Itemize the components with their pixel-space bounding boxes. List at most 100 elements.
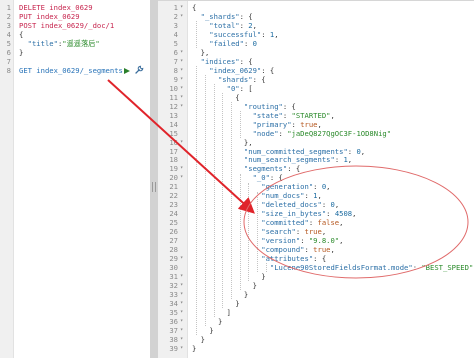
play-icon[interactable] (124, 68, 130, 74)
fold-arrow-icon[interactable]: ▾ (180, 254, 183, 263)
code-token: DELETE index_0629 (19, 3, 93, 12)
code-token: "total" (192, 20, 240, 30)
fold-arrow-icon[interactable]: ▾ (180, 66, 183, 75)
fold-arrow-icon[interactable]: ▾ (180, 48, 183, 57)
code-token: : (282, 110, 292, 120)
code-token: "primary" (192, 119, 292, 129)
fold-arrow-icon[interactable]: ▾ (180, 138, 183, 147)
code-line: 39 ▾} (158, 344, 474, 353)
line-number: 14 (169, 119, 178, 129)
line-number: 11 (169, 92, 178, 102)
indent-guide (196, 65, 198, 336)
fold-arrow-icon[interactable]: ▾ (180, 57, 183, 66)
code-token: false (317, 218, 340, 228)
code-token: "indices" (192, 56, 240, 66)
code-token: "successful" (192, 29, 262, 39)
code-token: , (274, 29, 279, 39)
code-token: PUT index_0629 (19, 11, 80, 21)
wrench-icon[interactable] (134, 65, 144, 75)
code-token: : { (269, 173, 283, 183)
indent-guide (213, 83, 215, 318)
code-line: 6} (0, 48, 150, 57)
code-token: : { (252, 74, 266, 84)
code-token: } (192, 325, 214, 335)
line-number: 4 (6, 29, 11, 39)
line-number: 3 (6, 20, 11, 30)
fold-arrow-icon[interactable]: ▾ (180, 75, 183, 84)
fold-arrow-icon[interactable]: ▾ (180, 272, 183, 281)
fold-arrow-icon[interactable]: ▾ (180, 3, 183, 12)
fold-arrow-icon[interactable]: ▾ (180, 299, 183, 308)
code-token: "version" (192, 236, 301, 246)
line-number: 22 (169, 191, 178, 201)
indent-guide (256, 191, 258, 273)
code-token: , (330, 245, 335, 255)
code-token: }, (192, 47, 210, 57)
fold-arrow-icon[interactable]: ▾ (180, 308, 183, 317)
response-top-border (158, 0, 474, 1)
code-token: "Lucene90StoredFieldsFormat.mode" (192, 263, 413, 273)
code-token: , (339, 236, 344, 246)
fold-arrow-icon[interactable]: ▾ (180, 164, 183, 173)
indent-guide (239, 173, 241, 291)
code-line: 2 ▾ "_shards": { (158, 12, 474, 21)
code-token: : { (261, 65, 275, 75)
fold-arrow-icon[interactable]: ▾ (180, 173, 183, 182)
indent-guide (204, 74, 206, 327)
code-token: "index_0629" (192, 65, 262, 75)
code-text: { (19, 30, 23, 39)
code-token: , (352, 209, 357, 219)
line-number: 5 (6, 38, 11, 48)
code-token: { (19, 29, 24, 39)
request-editor[interactable]: 1 DELETE index_0629 2 PUT index_0629 3 POST i… (0, 0, 150, 358)
code-token: POST index_0629/_doc/1 (19, 20, 115, 30)
code-text: "version": "9.8.0", (192, 236, 343, 245)
code-token: : (313, 182, 322, 192)
fold-arrow-icon[interactable]: ▾ (180, 102, 183, 111)
line-number: 1 (173, 3, 178, 12)
fold-arrow-icon[interactable]: ▾ (180, 344, 183, 353)
code-token: } (192, 272, 266, 282)
code-token: } (192, 298, 240, 308)
line-number: 16 (169, 137, 178, 147)
code-token: : (243, 38, 253, 48)
fold-arrow-icon[interactable]: ▾ (180, 335, 183, 344)
code-token: , (330, 110, 335, 120)
line-number: 1 (6, 3, 11, 12)
code-token: } (192, 334, 205, 344)
line-number: 6 (173, 47, 178, 57)
code-token: "_shards" (192, 11, 240, 21)
fold-arrow-icon[interactable]: ▾ (180, 12, 183, 21)
code-token: : { (239, 11, 253, 21)
pane-divider[interactable] (150, 0, 158, 358)
line-number: 2 (173, 11, 178, 21)
code-token: 4508 (334, 209, 353, 219)
vertical-grip-icon[interactable] (152, 182, 156, 192)
code-token: } (192, 290, 249, 299)
code-token: : { (287, 164, 301, 174)
code-text: "Lucene90StoredFieldsFormat.mode": "BEST… (192, 263, 473, 272)
code-token: , (360, 146, 366, 156)
fold-arrow-icon[interactable]: ▾ (180, 290, 183, 299)
code-text: GET index_0629/_segments (19, 66, 123, 75)
code-token: : { (313, 254, 327, 264)
fold-arrow-icon[interactable]: ▾ (180, 281, 183, 290)
fold-arrow-icon[interactable]: ▾ (180, 326, 183, 335)
code-text: } (192, 298, 240, 308)
code-line: 37 ▾ } (158, 326, 474, 335)
indent-guide (196, 20, 198, 48)
line-number: 27 (169, 236, 178, 246)
code-token: "segments" (192, 164, 288, 174)
code-token: "遥遥落后" (62, 38, 100, 48)
code-token: : { (282, 101, 296, 111)
fold-arrow-icon[interactable]: ▾ (180, 84, 183, 93)
line-number: 7 (173, 56, 178, 66)
code-text: PUT index_0629 (19, 12, 80, 21)
code-text: "indices": { (192, 57, 253, 66)
fold-arrow-icon[interactable]: ▾ (180, 317, 183, 326)
line-number: 24 (169, 209, 178, 219)
line-number: 12 (169, 101, 178, 111)
code-line: 1 ▾ { (158, 3, 474, 12)
line-number: 39 (169, 343, 178, 353)
fold-arrow-icon[interactable]: ▾ (180, 93, 183, 102)
